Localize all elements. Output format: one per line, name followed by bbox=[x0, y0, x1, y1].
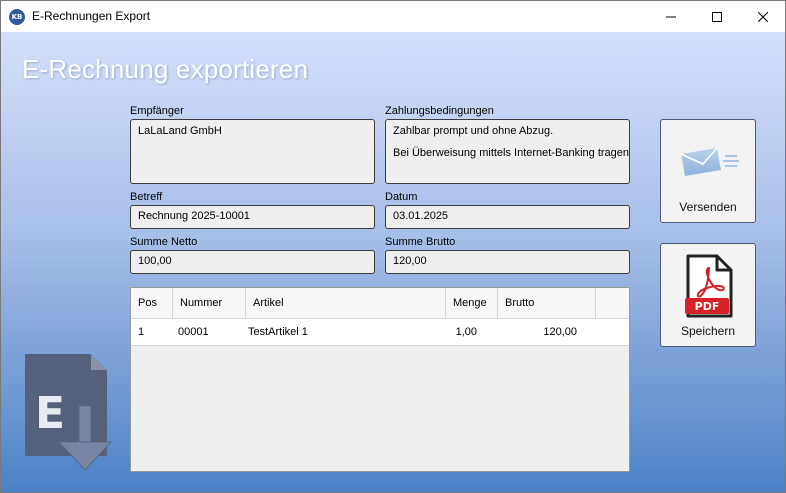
date-label: Datum bbox=[385, 191, 418, 203]
gross-total-field[interactable]: 120,00 bbox=[385, 250, 630, 274]
net-total-field[interactable]: 100,00 bbox=[130, 250, 375, 274]
app-logo-icon: KB bbox=[9, 9, 25, 25]
column-header-brutto[interactable]: Brutto bbox=[498, 288, 596, 319]
column-header-menge[interactable]: Menge bbox=[446, 288, 498, 319]
maximize-button[interactable] bbox=[694, 1, 740, 32]
save-pdf-button[interactable]: PDF Speichern bbox=[660, 243, 756, 347]
close-icon bbox=[758, 11, 768, 22]
payment-terms-label: Zahlungsbedingungen bbox=[385, 105, 494, 117]
net-total-value: 100,00 bbox=[138, 255, 172, 267]
recipient-label: Empfänger bbox=[130, 105, 184, 117]
cell-artikel: TestArtikel 1 bbox=[248, 326, 308, 338]
logo-letter: E bbox=[35, 388, 65, 439]
cell-nummer: 00001 bbox=[178, 326, 209, 338]
subject-field[interactable]: Rechnung 2025-10001 bbox=[130, 205, 375, 229]
table-row[interactable]: 1 00001 TestArtikel 1 1,00 120,00 bbox=[131, 319, 629, 346]
app-window: KB E-Rechnungen Export E-Rechnung export… bbox=[0, 0, 786, 493]
column-header-filler bbox=[596, 288, 629, 319]
date-field[interactable]: 03.01.2025 bbox=[385, 205, 630, 229]
gross-total-label: Summe Brutto bbox=[385, 236, 456, 248]
window-title: E-Rechnungen Export bbox=[32, 9, 151, 23]
cell-menge: 1,00 bbox=[455, 326, 477, 338]
title-bar[interactable]: KB E-Rechnungen Export bbox=[1, 1, 785, 32]
items-table[interactable]: Pos Nummer Artikel Menge Brutto 1 00001 … bbox=[130, 287, 630, 472]
save-button-label: Speichern bbox=[680, 324, 736, 338]
close-button[interactable] bbox=[740, 1, 785, 32]
email-send-icon bbox=[680, 147, 739, 176]
column-header-artikel[interactable]: Artikel bbox=[246, 288, 446, 319]
recipient-value: LaLaLand GmbH bbox=[138, 125, 222, 137]
subject-label: Betreff bbox=[130, 191, 163, 203]
maximize-icon bbox=[712, 11, 722, 22]
net-total-label: Summe Netto bbox=[130, 236, 198, 248]
payment-terms-field[interactable]: Zahlbar prompt und ohne Abzug. Bei Überw… bbox=[385, 119, 630, 184]
date-value: 03.01.2025 bbox=[393, 210, 449, 222]
e-invoice-export-logo: E bbox=[25, 354, 113, 471]
send-button[interactable]: Versenden bbox=[660, 119, 756, 223]
recipient-field[interactable]: LaLaLand GmbH bbox=[130, 119, 375, 184]
payment-terms-line-1: Zahlbar prompt und ohne Abzug. bbox=[393, 125, 554, 137]
column-header-pos[interactable]: Pos bbox=[131, 288, 173, 319]
table-header: Pos Nummer Artikel Menge Brutto bbox=[131, 288, 629, 319]
pdf-file-icon: PDF bbox=[685, 254, 733, 318]
subject-value: Rechnung 2025-10001 bbox=[138, 210, 250, 222]
cell-pos: 1 bbox=[138, 326, 145, 338]
minimize-icon bbox=[666, 16, 676, 17]
cell-brutto: 120,00 bbox=[543, 326, 577, 338]
gross-total-value: 120,00 bbox=[393, 255, 427, 267]
payment-terms-line-2: Bei Überweisung mittels Internet-Banking… bbox=[393, 147, 630, 159]
main-panel: E-Rechnung exportieren Empfänger LaLaLan… bbox=[1, 32, 785, 492]
send-button-label: Versenden bbox=[679, 200, 737, 214]
column-header-nummer[interactable]: Nummer bbox=[173, 288, 246, 319]
pdf-badge-text: PDF bbox=[695, 300, 720, 313]
page-title: E-Rechnung exportieren bbox=[22, 54, 309, 84]
minimize-button[interactable] bbox=[648, 1, 694, 32]
